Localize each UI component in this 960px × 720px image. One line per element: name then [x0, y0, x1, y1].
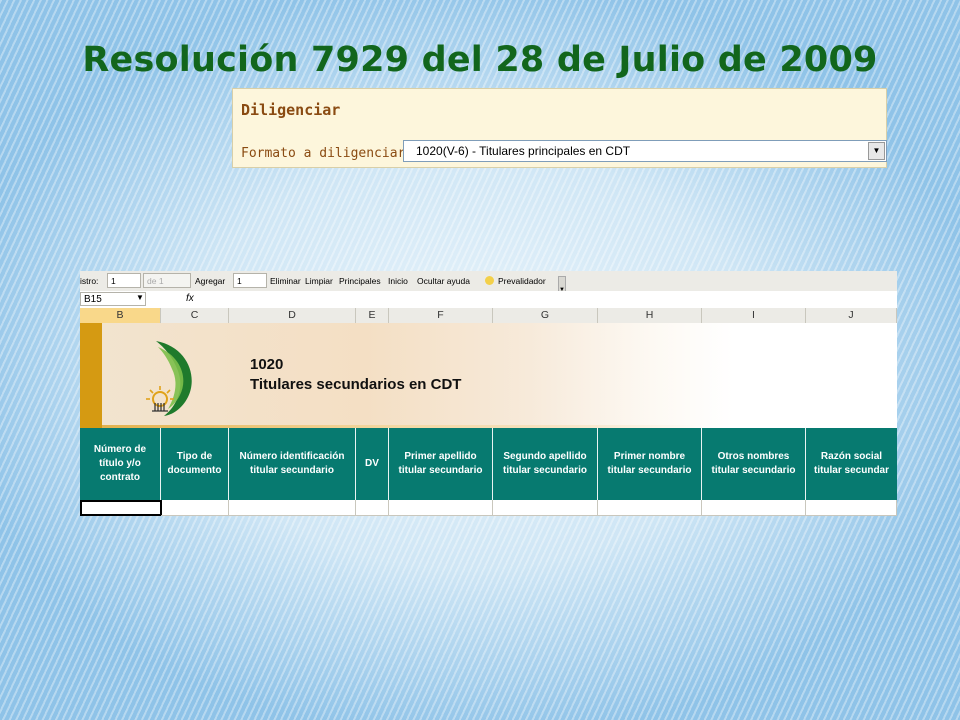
table-row: [80, 500, 897, 516]
lightbulb-icon: [485, 276, 494, 285]
table-cell[interactable]: [389, 500, 493, 516]
fx-icon[interactable]: fx: [186, 293, 194, 304]
selected-cell-b15[interactable]: [80, 500, 162, 516]
inicio-button[interactable]: Inicio: [388, 276, 408, 286]
format-code: 1020: [250, 356, 284, 373]
table-cell[interactable]: [356, 500, 389, 516]
table-cell[interactable]: [806, 500, 897, 516]
column-header[interactable]: E: [356, 308, 389, 323]
registro-input[interactable]: 1: [107, 273, 141, 288]
dian-logo-icon: [146, 341, 192, 416]
eliminar-button[interactable]: Eliminar: [270, 276, 301, 286]
format-select[interactable]: 1020(V-6) - Titulares principales en CDT…: [403, 140, 887, 162]
table-header-cell: Número de título y/o contrato: [80, 428, 161, 500]
table-cell[interactable]: [702, 500, 806, 516]
table-header-cell: Primer nombre titular secundario: [598, 428, 702, 500]
format-banner: 1020 Titulares secundarios en CDT: [80, 323, 897, 428]
table-cell[interactable]: [493, 500, 598, 516]
registro-label: istro:: [80, 276, 99, 286]
limpiar-button[interactable]: Limpiar: [305, 276, 333, 286]
diligenciar-panel: Diligenciar Formato a diligenciar: 1020(…: [232, 88, 887, 168]
table-header-cell: DV: [356, 428, 389, 500]
table-header-cell: Primer apellido titular secundario: [389, 428, 493, 500]
dropdown-arrow-icon[interactable]: ▼: [868, 142, 885, 160]
sheet-toolbar: istro: 1 de 1 Agregar 1 Eliminar Limpiar…: [80, 271, 897, 293]
column-header[interactable]: C: [161, 308, 229, 323]
column-header[interactable]: H: [598, 308, 702, 323]
prevalidador-button[interactable]: Prevalidador: [498, 276, 546, 286]
spreadsheet: istro: 1 de 1 Agregar 1 Eliminar Limpiar…: [80, 271, 897, 516]
format-select-value: 1020(V-6) - Titulares principales en CDT: [416, 144, 631, 158]
table-header-cell: Razón social titular secundar: [813, 451, 890, 476]
column-header[interactable]: I: [702, 308, 806, 323]
principales-button[interactable]: Principales: [339, 276, 381, 286]
banner-stripe: [80, 323, 102, 428]
agregar-input[interactable]: 1: [233, 273, 267, 288]
registro-total: de 1: [143, 273, 191, 288]
diligenciar-title: Diligenciar: [241, 101, 341, 119]
format-name: Titulares secundarios en CDT: [250, 376, 462, 393]
table-header-cell: Número identificación titular secundario: [229, 428, 356, 500]
column-headers: B C D E F G H I J: [80, 308, 897, 324]
column-header[interactable]: G: [493, 308, 598, 323]
table-header-row: Número de título y/o contrato Tipo de do…: [80, 428, 897, 500]
column-header[interactable]: F: [389, 308, 493, 323]
table-header-cell: Otros nombres titular secundario: [702, 428, 806, 500]
table-header-cell: Segundo apellido titular secundario: [493, 428, 598, 500]
ocultar-ayuda-button[interactable]: Ocultar ayuda: [417, 276, 470, 286]
table-cell[interactable]: [161, 500, 229, 516]
column-header[interactable]: D: [229, 308, 356, 323]
slide-title: Resolución 7929 del 28 de Julio de 2009: [82, 40, 878, 80]
formula-bar: B15 ▼ fx: [80, 291, 897, 309]
agregar-button[interactable]: Agregar: [195, 276, 225, 286]
table-header-cell: Tipo de documento: [161, 428, 229, 500]
name-box-arrow-icon[interactable]: ▼: [136, 293, 144, 302]
column-header[interactable]: J: [806, 308, 897, 323]
table-cell[interactable]: [229, 500, 356, 516]
format-label: Formato a diligenciar:: [241, 146, 414, 161]
table-cell[interactable]: [598, 500, 702, 516]
column-header[interactable]: B: [80, 308, 161, 323]
